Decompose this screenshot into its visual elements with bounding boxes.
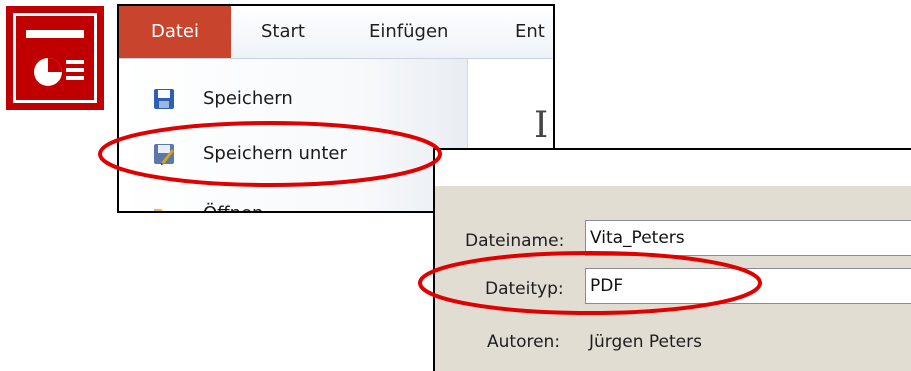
filetype-label: Dateityp: xyxy=(485,279,564,299)
authors-label: Autoren: xyxy=(487,332,561,352)
ribbon-tab-bar: Datei Start Einfügen Ent xyxy=(119,6,553,59)
backstage-menu: Speichern Speichern unter Öffnen xyxy=(119,59,468,211)
filename-field[interactable]: Vita_Peters xyxy=(585,220,911,256)
tab-entwurf[interactable]: Ent xyxy=(515,6,545,58)
tab-start[interactable]: Start xyxy=(261,6,305,58)
menu-item-label: Speichern xyxy=(203,88,293,109)
dialog-header-area xyxy=(435,150,911,186)
save-as-icon xyxy=(153,143,175,165)
presentation-chart-icon xyxy=(26,30,84,86)
authors-value[interactable]: Jürgen Peters xyxy=(589,332,702,352)
open-folder-icon xyxy=(153,203,175,211)
save-icon xyxy=(153,88,175,110)
powerpoint-logo-icon xyxy=(6,6,104,110)
tab-datei[interactable]: Datei xyxy=(119,6,231,58)
save-as-dialog: Dateiname: Vita_Peters Dateityp: PDF Aut… xyxy=(433,148,911,371)
menu-item-label: Speichern unter xyxy=(203,143,347,164)
filetype-select[interactable]: PDF xyxy=(585,268,911,304)
menu-item-label: Öffnen xyxy=(203,197,263,211)
tab-einfuegen[interactable]: Einfügen xyxy=(369,6,448,58)
document-title-fragment: I xyxy=(534,105,549,146)
filename-label: Dateiname: xyxy=(465,231,565,251)
